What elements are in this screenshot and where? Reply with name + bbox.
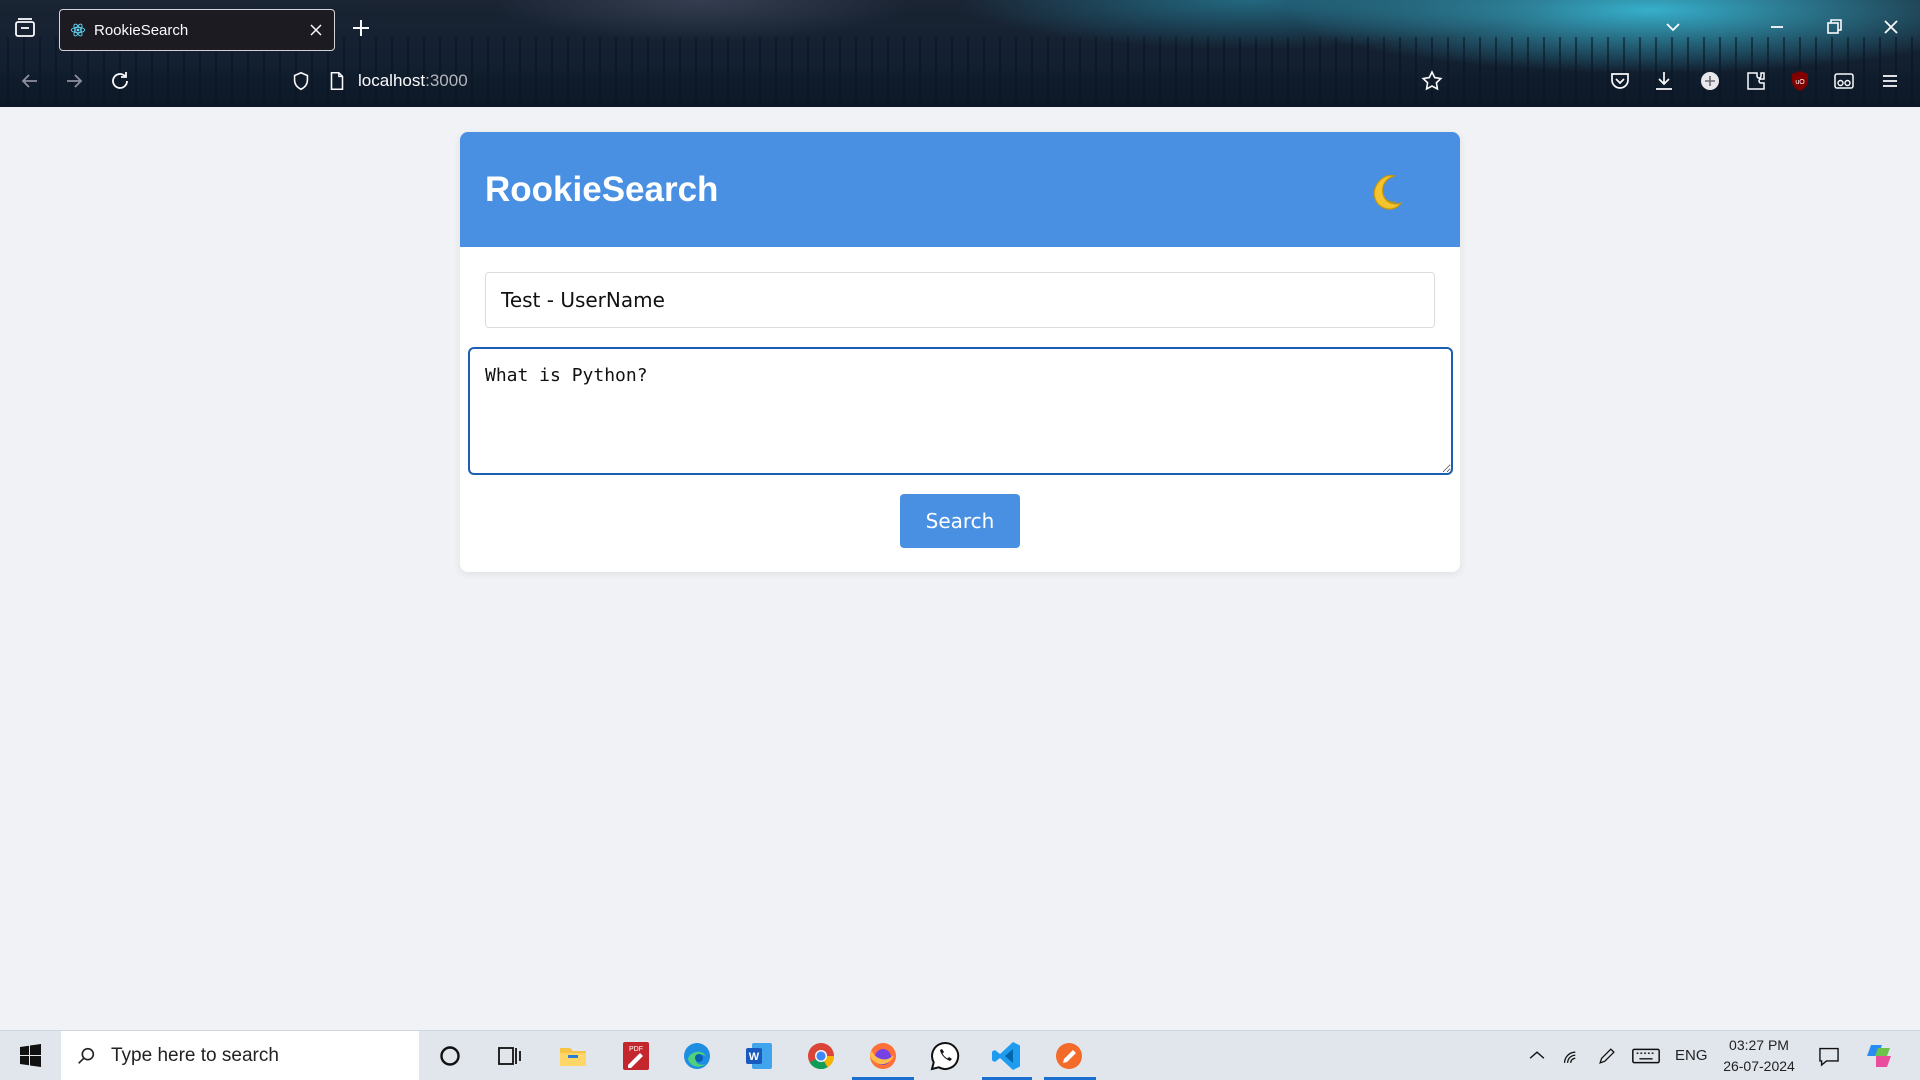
search-icon	[78, 1047, 95, 1064]
clock-date: 26-07-2024	[1723, 1058, 1795, 1074]
show-hidden-icons-icon[interactable]	[1524, 1039, 1550, 1073]
menu-icon[interactable]	[1878, 69, 1902, 93]
reload-icon[interactable]	[108, 69, 132, 93]
list-all-tabs-icon[interactable]	[1662, 16, 1684, 38]
chrome-icon[interactable]	[804, 1039, 838, 1073]
edge-icon[interactable]	[680, 1039, 714, 1073]
task-view-icon[interactable]	[492, 1039, 526, 1073]
tracking-protection-icon[interactable]	[290, 70, 312, 92]
back-icon[interactable]	[18, 69, 42, 93]
search-button[interactable]: Search	[900, 494, 1020, 548]
close-window-icon[interactable]	[1880, 16, 1902, 38]
taskbar-search-placeholder: Type here to search	[111, 1045, 279, 1066]
minimize-icon[interactable]	[1766, 16, 1788, 38]
address-bar[interactable]: localhost:3000	[290, 66, 1440, 96]
moon-icon[interactable]	[1368, 170, 1410, 212]
drawing-app-icon[interactable]	[1052, 1039, 1086, 1073]
extensions-icon[interactable]	[1744, 69, 1768, 93]
app-title: RookieSearch	[485, 169, 719, 209]
windows-taskbar: Type here to search PDF W ENG 03:27 PM 2…	[0, 1030, 1920, 1080]
copilot-icon[interactable]	[1862, 1039, 1896, 1073]
cortana-icon[interactable]	[433, 1039, 467, 1073]
restore-icon[interactable]	[1823, 16, 1845, 38]
whatsapp-icon[interactable]	[928, 1039, 962, 1073]
pocket-icon[interactable]	[1608, 69, 1632, 93]
pen-icon[interactable]	[1594, 1039, 1620, 1073]
ublock-origin-icon[interactable]: uO	[1788, 69, 1812, 93]
account-extension-icon[interactable]	[1698, 69, 1722, 93]
system-clock[interactable]: 03:27 PM 26-07-2024	[1704, 1035, 1814, 1077]
page-info-icon[interactable]	[326, 70, 348, 92]
tab-bar: RookieSearch	[0, 0, 1920, 54]
new-tab-icon[interactable]	[350, 17, 372, 39]
tab-list-icon[interactable]	[12, 16, 38, 40]
reader-glasses-icon[interactable]	[1832, 69, 1856, 93]
url-text: localhost:3000	[358, 71, 468, 91]
clock-time: 03:27 PM	[1729, 1037, 1789, 1053]
close-tab-icon[interactable]	[308, 22, 324, 38]
query-textarea[interactable]: What is Python?	[468, 347, 1453, 475]
search-card: RookieSearch What is Python? Search	[460, 132, 1460, 572]
keyboard-icon[interactable]	[1630, 1039, 1662, 1073]
firefox-icon[interactable]	[866, 1039, 900, 1073]
react-icon	[70, 23, 86, 37]
pdf-editor-icon[interactable]: PDF	[619, 1039, 653, 1073]
notification-icon[interactable]	[1815, 1039, 1843, 1073]
url-port: :3000	[425, 71, 468, 90]
bookmark-star-icon[interactable]	[1420, 69, 1444, 93]
language-indicator[interactable]: ENG	[1675, 1047, 1708, 1064]
svg-text:W: W	[749, 1051, 760, 1063]
vscode-icon[interactable]	[990, 1039, 1024, 1073]
svg-text:uO: uO	[1795, 79, 1805, 86]
word-icon[interactable]: W	[742, 1039, 776, 1073]
browser-chrome: RookieSearch localhost:3000 uO	[0, 0, 1920, 107]
username-input[interactable]	[485, 272, 1435, 328]
browser-tab[interactable]: RookieSearch	[59, 9, 335, 51]
wifi-icon[interactable]	[1560, 1039, 1586, 1073]
app-header: RookieSearch	[460, 132, 1460, 247]
windows-start-icon[interactable]	[10, 1041, 50, 1071]
downloads-icon[interactable]	[1652, 69, 1676, 93]
file-explorer-icon[interactable]	[556, 1039, 590, 1073]
taskbar-search-box[interactable]: Type here to search	[61, 1031, 419, 1080]
forward-icon[interactable]	[62, 69, 86, 93]
svg-text:PDF: PDF	[629, 1046, 643, 1053]
tab-title: RookieSearch	[94, 21, 189, 39]
url-host: localhost	[358, 71, 426, 90]
navigation-bar: localhost:3000 uO	[0, 58, 1920, 104]
